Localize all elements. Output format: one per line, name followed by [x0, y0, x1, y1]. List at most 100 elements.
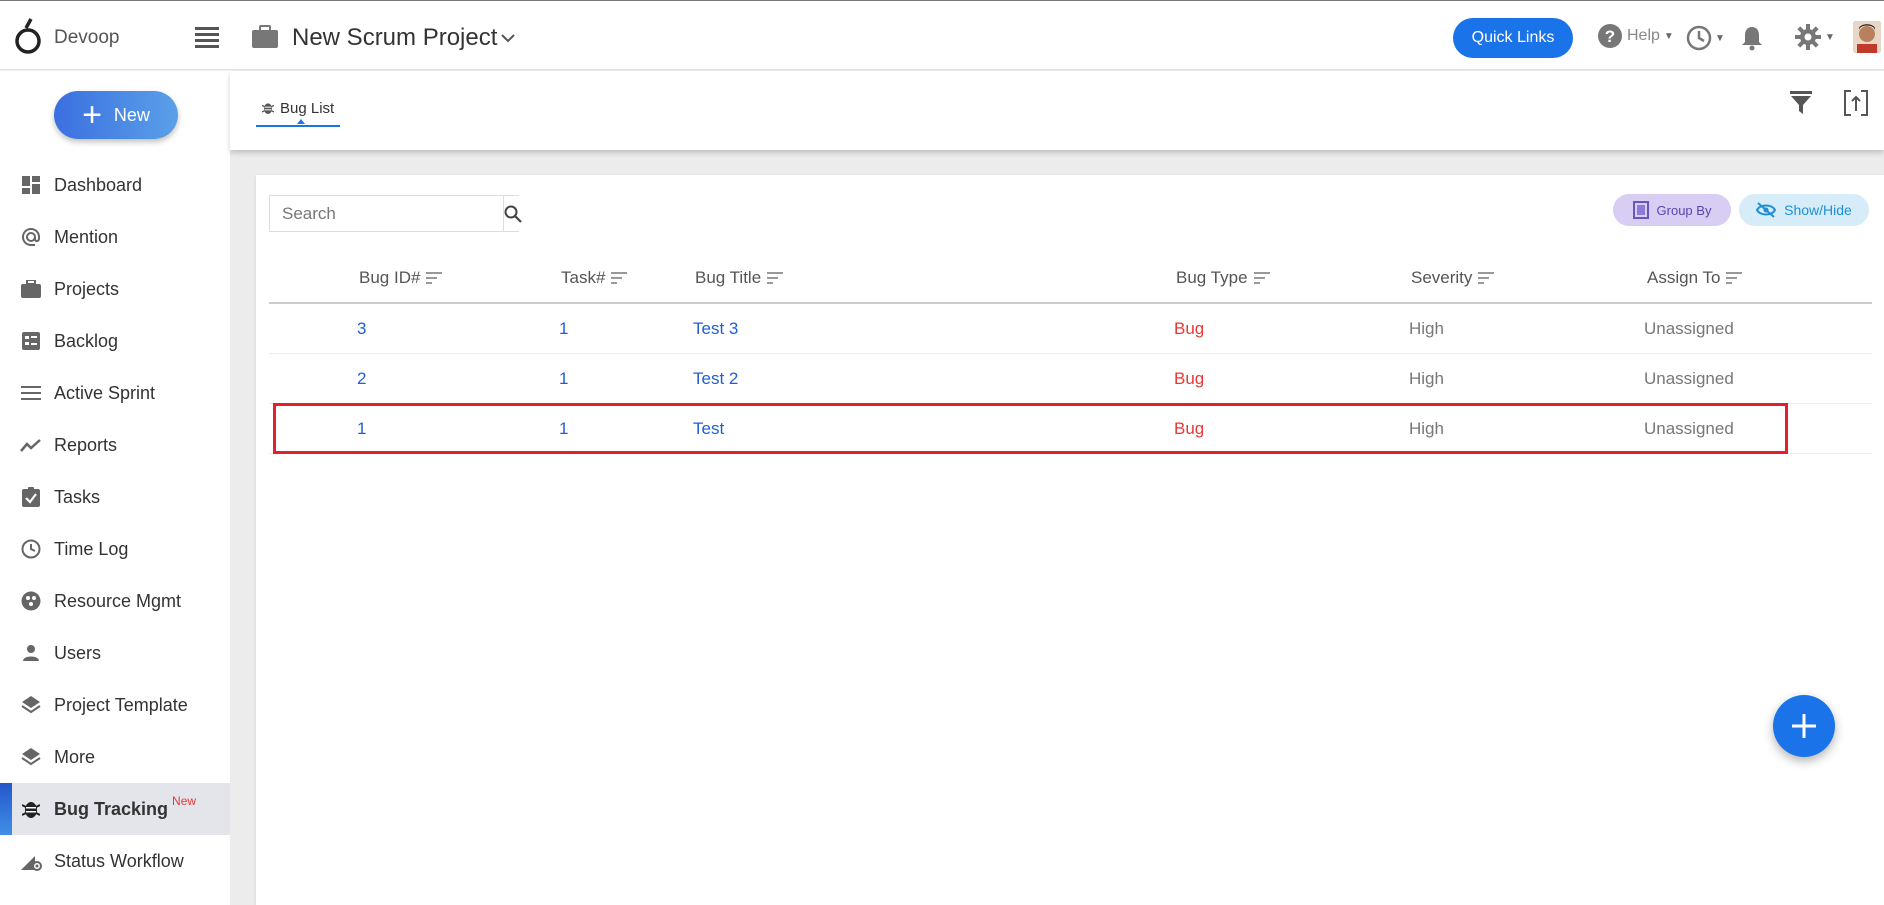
new-button-label: New [113, 104, 150, 125]
help-menu[interactable]: ? Help ▼ [1597, 23, 1674, 49]
tab-indicator [297, 119, 305, 124]
column-header-task[interactable]: Task# [561, 268, 628, 288]
sidebar-item-tasks[interactable]: Tasks [0, 471, 230, 523]
bug-id-link[interactable]: 1 [357, 419, 366, 439]
group-by-button[interactable]: Group By [1613, 194, 1731, 226]
task-check-icon [20, 486, 42, 508]
group-by-label: Group By [1656, 202, 1712, 218]
sidebar-item-dashboard[interactable]: Dashboard [0, 159, 230, 211]
column-header-assign-to[interactable]: Assign To [1647, 268, 1743, 288]
column-label: Assign To [1647, 268, 1721, 287]
settings-menu[interactable]: ▼ [1794, 23, 1835, 51]
column-label: Bug ID# [359, 268, 421, 287]
help-icon: ? [1598, 24, 1622, 48]
sort-icon [1253, 272, 1270, 284]
task-link[interactable]: 1 [559, 419, 568, 439]
assignee-value: Unassigned [1644, 319, 1734, 338]
table-row[interactable]: 1 1 Test Bug High Unassigned [269, 404, 1872, 454]
app-name: Devoop [54, 27, 120, 48]
group-by-icon [1632, 201, 1649, 219]
eye-off-icon [1756, 202, 1777, 218]
tab-strip: Bug List [230, 71, 1884, 150]
sidebar-item-label: More [54, 746, 96, 767]
sidebar: + New Dashboard Mention Projects Backlog… [0, 71, 230, 905]
column-header-bug-id[interactable]: Bug ID# [359, 268, 443, 288]
filter-icon[interactable] [1790, 91, 1812, 115]
show-hide-button[interactable]: Show/Hide [1739, 194, 1869, 226]
recent-history-menu[interactable]: ▼ [1686, 25, 1725, 51]
expand-icon[interactable] [1843, 89, 1869, 117]
sidebar-item-bug-tracking[interactable]: Bug Tracking New [0, 783, 230, 835]
search-input[interactable] [270, 196, 503, 231]
list-icon [20, 382, 42, 404]
backlog-icon [20, 330, 42, 352]
table-row[interactable]: 2 1 Test 2 Bug High Unassigned [269, 354, 1872, 404]
resource-icon [20, 590, 42, 612]
search-button[interactable] [503, 196, 522, 231]
sidebar-item-label: Users [54, 642, 102, 663]
bug-type-value: Bug [1174, 419, 1205, 438]
bug-id-link[interactable]: 2 [357, 369, 366, 389]
sidebar-item-status-workflow[interactable]: Status Workflow [0, 835, 230, 887]
devoop-logo-icon[interactable] [14, 17, 44, 57]
search-icon [504, 205, 522, 223]
bug-id-link[interactable]: 3 [357, 319, 366, 339]
sidebar-item-time-log[interactable]: Time Log [0, 523, 230, 575]
sidebar-item-label: Mention [54, 226, 119, 247]
at-icon [20, 226, 42, 248]
sidebar-item-active-sprint[interactable]: Active Sprint [0, 367, 230, 419]
sidebar-item-label: Dashboard [54, 174, 143, 195]
quick-links-button[interactable]: Quick Links [1453, 18, 1573, 58]
notification-bell-icon[interactable] [1741, 25, 1763, 51]
sort-icon [426, 272, 443, 284]
bug-icon [20, 798, 42, 820]
sidebar-item-label: Active Sprint [54, 382, 156, 403]
sidebar-item-resource-mgmt[interactable]: Resource Mgmt [0, 575, 230, 627]
add-bug-button[interactable] [1773, 695, 1835, 757]
table-row[interactable]: 3 1 Test 3 Bug High Unassigned [269, 304, 1872, 354]
new-button[interactable]: + New [54, 91, 178, 139]
bug-title-link[interactable]: Test 2 [693, 369, 738, 389]
sidebar-item-projects[interactable]: Projects [0, 263, 230, 315]
show-hide-label: Show/Hide [1784, 202, 1852, 218]
sidebar-item-label: Reports [54, 434, 118, 455]
chevron-down-icon[interactable] [500, 33, 516, 43]
trend-icon [20, 434, 42, 456]
gear-icon [1795, 24, 1821, 50]
sidebar-item-project-template[interactable]: Project Template [0, 679, 230, 731]
sidebar-item-users[interactable]: Users [0, 627, 230, 679]
severity-value: High [1409, 319, 1444, 338]
column-header-severity[interactable]: Severity [1411, 268, 1495, 288]
column-header-bug-type[interactable]: Bug Type [1176, 268, 1270, 288]
sidebar-item-backlog[interactable]: Backlog [0, 315, 230, 367]
sidebar-item-mention[interactable]: Mention [0, 211, 230, 263]
bug-title-link[interactable]: Test 3 [693, 319, 738, 339]
tab-label: Bug List [280, 99, 335, 117]
project-title[interactable]: New Scrum Project [292, 24, 497, 52]
sidebar-item-reports[interactable]: Reports [0, 419, 230, 471]
sidebar-item-label: Tasks [54, 486, 101, 507]
briefcase-icon [20, 278, 42, 300]
caret-down-icon: ▼ [1825, 31, 1835, 43]
user-avatar[interactable] [1853, 21, 1881, 53]
new-badge: New [172, 794, 197, 808]
sidebar-item-more[interactable]: More [0, 731, 230, 783]
sidebar-item-label: Status Workflow [54, 850, 184, 871]
user-icon [20, 642, 42, 664]
caret-down-icon: ▼ [1715, 32, 1725, 44]
task-link[interactable]: 1 [559, 319, 568, 339]
sidebar-item-label: Resource Mgmt [54, 590, 182, 611]
assignee-value: Unassigned [1644, 419, 1734, 438]
column-label: Severity [1411, 268, 1473, 287]
sidebar-item-label: Projects [54, 278, 120, 299]
menu-toggle-icon[interactable] [195, 27, 219, 48]
column-label: Bug Title [695, 268, 762, 287]
column-header-bug-title[interactable]: Bug Title [695, 268, 784, 288]
bug-title-link[interactable]: Test [693, 419, 724, 439]
assignee-value: Unassigned [1644, 369, 1734, 388]
sidebar-item-label: Time Log [54, 538, 129, 559]
sort-icon [1478, 272, 1495, 284]
severity-value: High [1409, 419, 1444, 438]
plus-icon [1792, 714, 1816, 738]
task-link[interactable]: 1 [559, 369, 568, 389]
